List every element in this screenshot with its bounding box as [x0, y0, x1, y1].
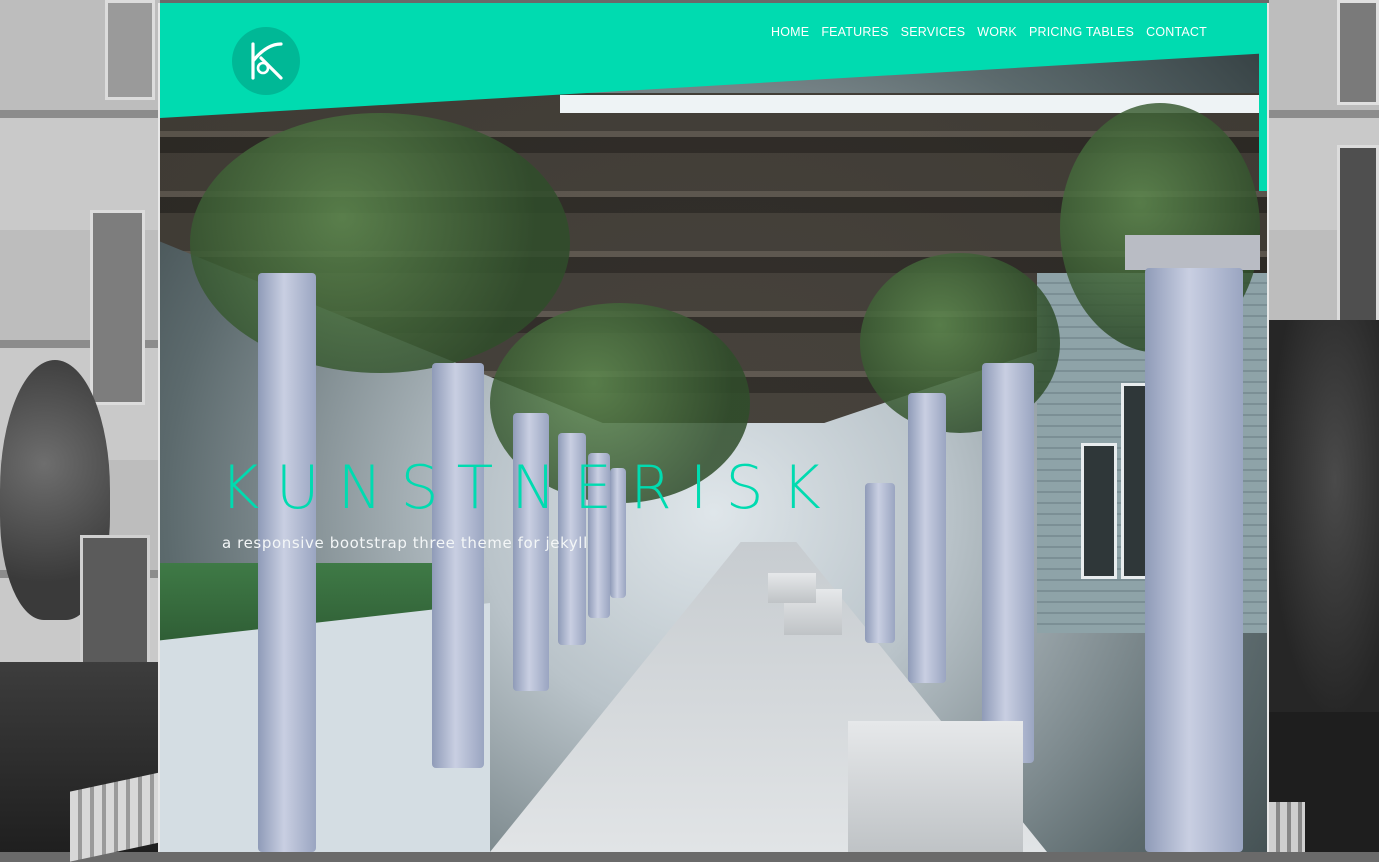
nav-services-link[interactable]: SERVICES: [901, 25, 966, 39]
background-window: [1337, 145, 1379, 345]
nav-work-link[interactable]: WORK: [977, 25, 1017, 39]
pergola-column: [982, 363, 1034, 763]
hero-title: KUNSTNERISK: [220, 453, 839, 523]
stone-bench: [848, 721, 1023, 852]
background-left: [0, 0, 160, 862]
pergola-column: [258, 273, 316, 852]
building-window: [1081, 443, 1117, 579]
pergola-column: [908, 393, 946, 683]
website-frame: HOME FEATURES SERVICES WORK PRICING TABL…: [158, 3, 1269, 852]
background-window: [1337, 0, 1379, 105]
nav-home-link[interactable]: HOME: [771, 25, 809, 39]
column-cap: [1125, 235, 1260, 270]
hero-background-photo: [160, 3, 1267, 852]
site-logo[interactable]: [232, 27, 300, 95]
hero-subtitle: a responsive bootstrap three theme for j…: [222, 534, 588, 552]
vine-foliage: [190, 113, 570, 373]
background-right: [1269, 0, 1379, 852]
pergola-column: [432, 363, 484, 768]
header-accent-edge: [1259, 51, 1267, 191]
nav-contact-link[interactable]: CONTACT: [1146, 25, 1207, 39]
stone-bench: [768, 573, 816, 603]
background-window: [105, 0, 155, 100]
background-window: [90, 210, 145, 405]
main-navigation: HOME FEATURES SERVICES WORK PRICING TABL…: [771, 25, 1207, 39]
pergola-column: [1145, 268, 1243, 852]
background-tree: [1269, 320, 1379, 720]
nav-features-link[interactable]: FEATURES: [821, 25, 888, 39]
k-logo-icon: [251, 42, 283, 80]
pergola-column: [865, 483, 895, 643]
background-chair: [1269, 802, 1305, 852]
nav-pricing-tables-link[interactable]: PRICING TABLES: [1029, 25, 1134, 39]
